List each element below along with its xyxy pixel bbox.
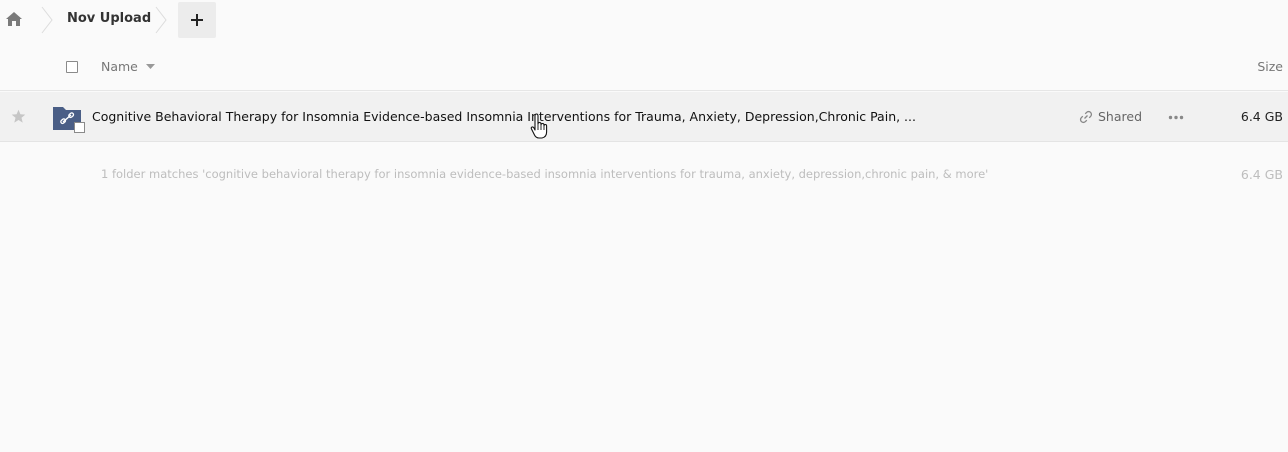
search-summary: 1 folder matches 'cognitive behavioral t… [101,167,989,181]
name-column-header[interactable]: Name [101,59,155,74]
shared-folder-icon [53,107,85,133]
file-name-link[interactable]: Cognitive Behavioral Therapy for Insomni… [92,109,916,124]
plus-icon [191,14,203,26]
hand-pointer-cursor-icon [530,113,548,139]
more-options-icon[interactable] [1168,115,1184,120]
select-all-checkbox[interactable] [66,61,78,73]
breadcrumb: Nov Upload [0,0,1288,40]
summary-total-size: 6.4 GB [1240,167,1283,182]
link-icon [1079,110,1093,123]
size-column-header[interactable]: Size [1257,59,1283,74]
name-column-label: Name [101,59,138,74]
file-browser: Nov Upload Name Size Cognitive Behaviora… [0,0,1288,452]
add-new-button[interactable] [178,2,216,38]
breadcrumb-current-folder[interactable]: Nov Upload [67,11,151,26]
breadcrumb-separator-icon [41,6,53,34]
sort-down-icon [145,64,155,69]
breadcrumb-separator-icon [155,6,167,34]
file-size: 6.4 GB [1240,109,1283,124]
table-row[interactable]: Cognitive Behavioral Therapy for Insomni… [0,92,1288,142]
file-list-header: Name Size [0,45,1288,91]
shared-status[interactable]: Shared [1079,109,1142,124]
shared-label: Shared [1098,109,1143,124]
home-icon[interactable] [5,11,23,27]
star-icon[interactable] [11,109,26,124]
